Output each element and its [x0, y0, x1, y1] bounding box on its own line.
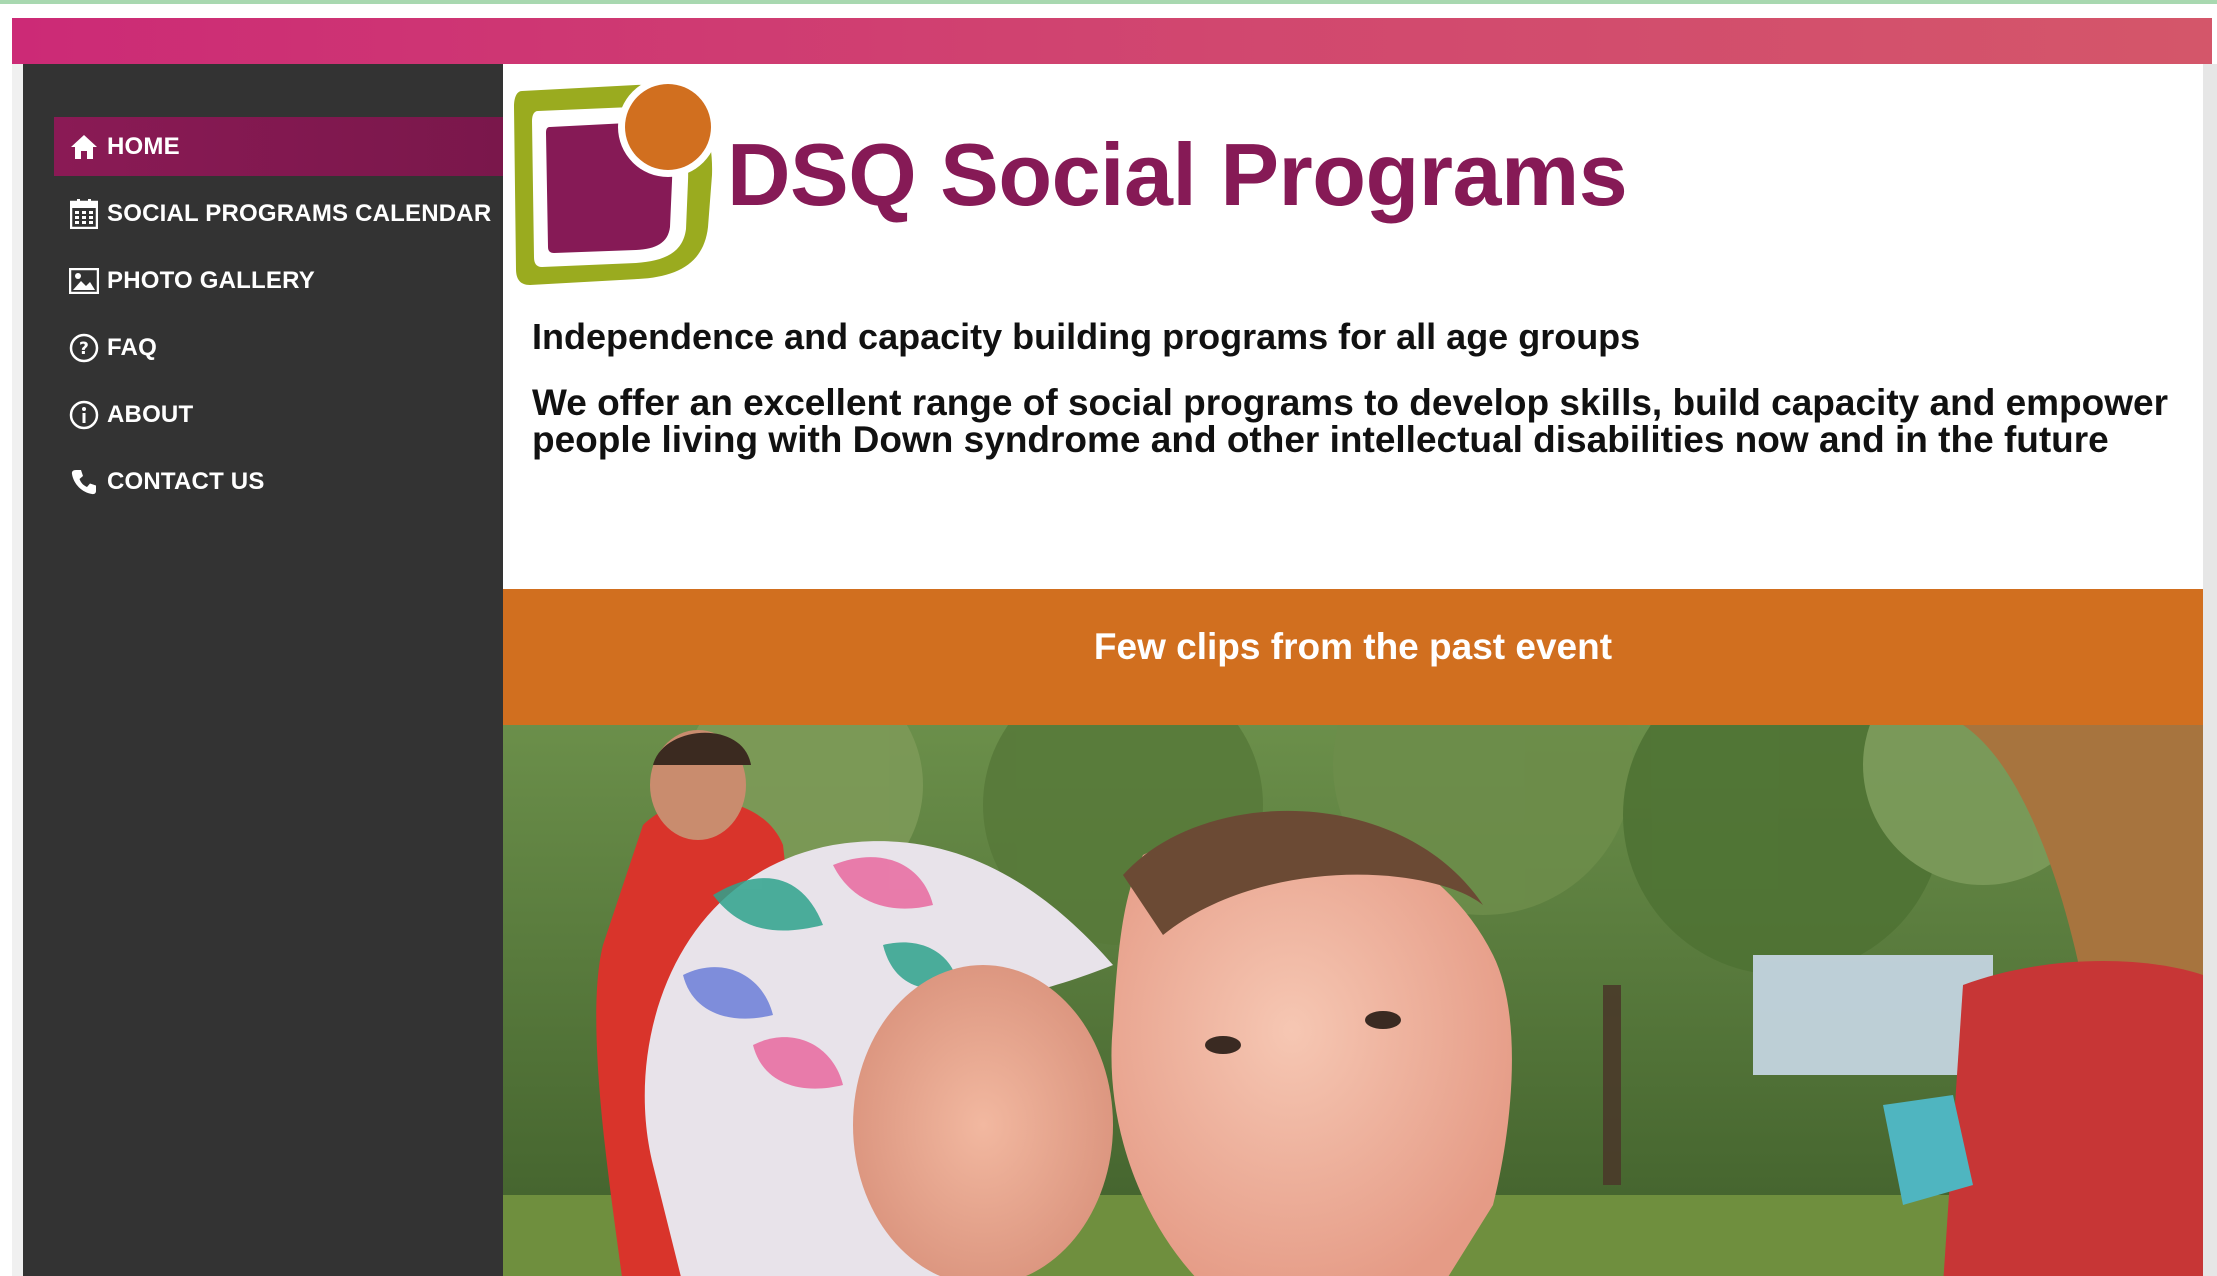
intro-paragraph: We offer an excellent range of social pr…	[532, 382, 2169, 460]
phone-icon	[69, 467, 99, 497]
sidebar-item-home[interactable]: HOME	[54, 117, 503, 176]
sidebar-item-faq[interactable]: ? FAQ	[54, 318, 503, 377]
calendar-icon	[69, 198, 99, 229]
sidebar-nav: HOME SOCIAL PROGRAMS CALENDAR PHOTO GALL…	[23, 64, 503, 1276]
sidebar-item-label: FAQ	[107, 333, 157, 361]
sidebar-item-contact-us[interactable]: CONTACT US	[54, 452, 503, 511]
top-accent-line	[0, 0, 2217, 4]
tagline: Independence and capacity building progr…	[532, 316, 1641, 357]
question-circle-icon: ?	[69, 333, 99, 363]
info-circle-icon	[69, 400, 99, 430]
top-banner	[12, 18, 2212, 64]
clips-title: Few clips from the past event	[1093, 626, 1613, 667]
sidebar-item-about[interactable]: ABOUT	[54, 385, 503, 444]
page-scroll-gutter	[2203, 64, 2217, 1276]
sidebar-item-photo-gallery[interactable]: PHOTO GALLERY	[54, 251, 503, 310]
event-video[interactable]	[503, 725, 2203, 1276]
dsq-logo[interactable]	[508, 77, 723, 289]
sidebar-item-label: CONTACT US	[107, 467, 265, 495]
sidebar-item-label: PHOTO GALLERY	[107, 266, 315, 294]
main-content: DSQ Social Programs Independence and cap…	[503, 64, 2203, 1276]
home-icon	[69, 132, 99, 162]
sidebar-item-calendar[interactable]: SOCIAL PROGRAMS CALENDAR	[54, 184, 503, 243]
sidebar-item-label: HOME	[107, 132, 180, 160]
image-icon	[69, 266, 99, 296]
clips-section-header: Few clips from the past event	[503, 589, 2203, 725]
sidebar-item-label: ABOUT	[107, 400, 194, 428]
event-video-frame	[503, 725, 2203, 1276]
svg-text:?: ?	[79, 339, 89, 359]
site-title: DSQ Social Programs	[727, 125, 1628, 224]
sidebar-item-label: SOCIAL PROGRAMS CALENDAR	[107, 199, 492, 227]
